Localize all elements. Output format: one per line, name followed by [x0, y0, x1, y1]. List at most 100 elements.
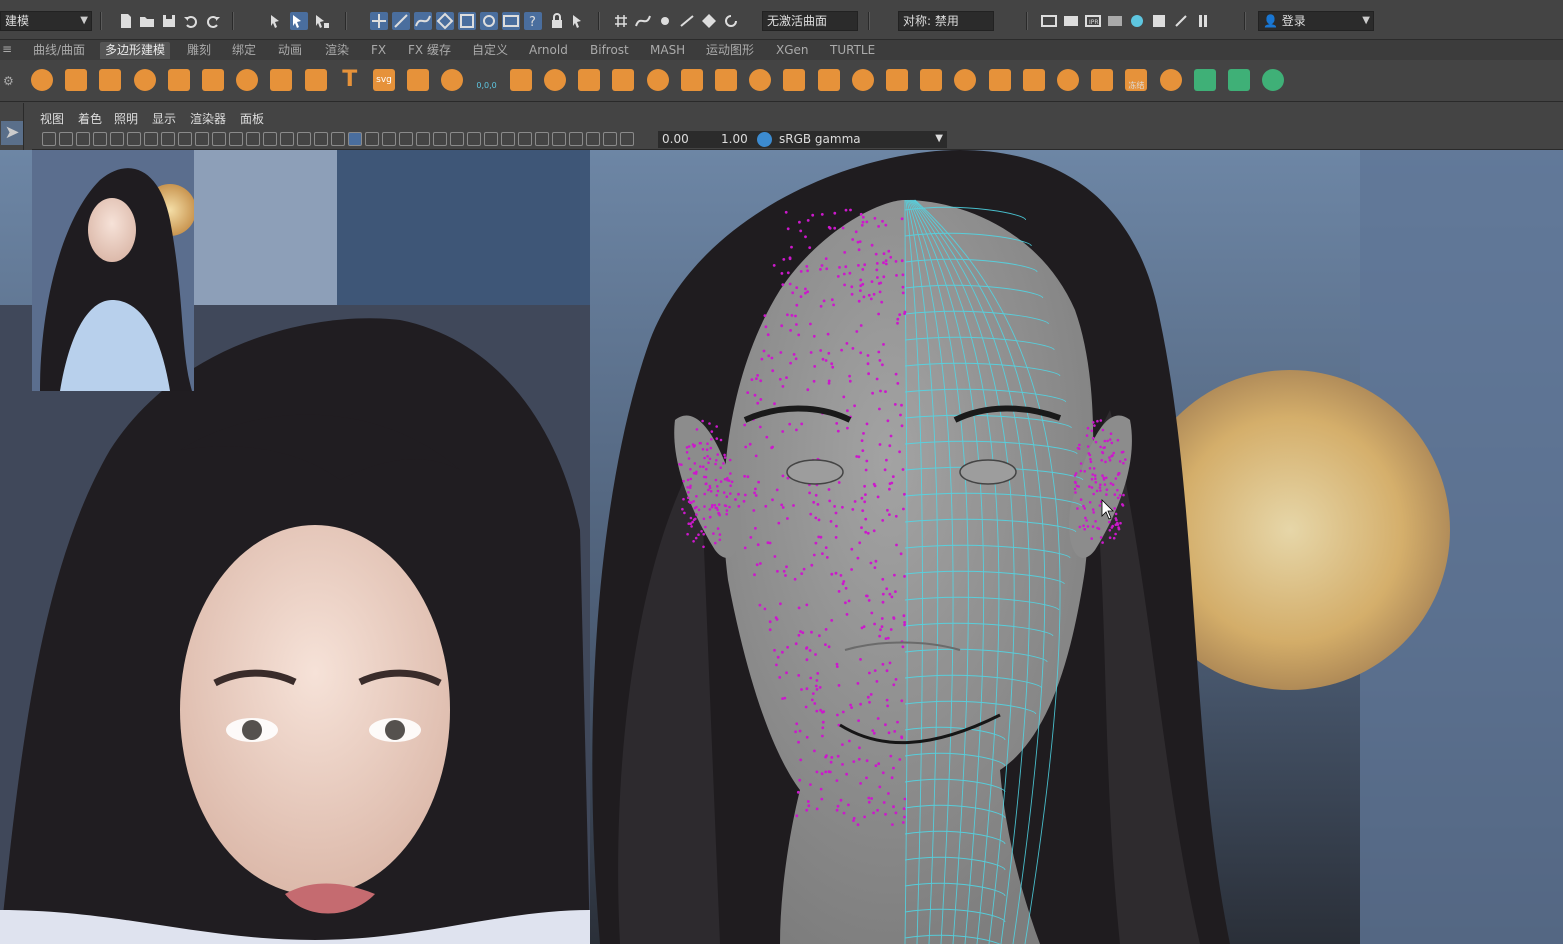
snap-view-plane-icon[interactable] — [678, 12, 696, 30]
panel-toolbar-icon-4[interactable] — [110, 132, 124, 146]
shelf-tab-4[interactable]: 动画 — [273, 42, 307, 59]
disc-icon[interactable] — [233, 65, 261, 95]
multi-cut-icon[interactable] — [883, 65, 911, 95]
freeze-icon[interactable]: 冻结变 — [1122, 65, 1150, 124]
cut-icon[interactable] — [815, 65, 843, 95]
shelf-tab-5[interactable]: 渲染 — [320, 42, 354, 59]
new-scene-icon[interactable] — [117, 12, 135, 30]
shelf-tab-1[interactable]: 多边形建模 — [100, 42, 171, 59]
render-settings-icon[interactable] — [1106, 12, 1124, 30]
select-component-icon[interactable] — [313, 12, 331, 30]
shelf-tab-3[interactable]: 绑定 — [227, 42, 261, 59]
extract-icon[interactable] — [575, 65, 603, 95]
redo-icon[interactable] — [204, 12, 222, 30]
type-icon[interactable]: T — [336, 65, 364, 95]
sweep-icon[interactable] — [302, 65, 330, 95]
panel-toolbar-icon-1[interactable] — [59, 132, 73, 146]
panel-toolbar-icon-8[interactable] — [178, 132, 192, 146]
svg-icon[interactable]: svg — [370, 65, 398, 95]
shelf-tab-0[interactable]: 曲线/曲面 — [28, 42, 90, 59]
ipr-render-icon[interactable]: IPR — [1084, 12, 1102, 30]
panel-toolbar-icon-13[interactable] — [263, 132, 277, 146]
select-by-deform-icon[interactable] — [458, 12, 476, 30]
bridge-icon[interactable] — [438, 65, 466, 95]
insert-loop-icon[interactable] — [849, 65, 877, 95]
shelf-tab-9[interactable]: Arnold — [524, 42, 573, 59]
shelf-tab-12[interactable]: 运动图形 — [701, 42, 759, 59]
select-by-render-icon[interactable] — [502, 12, 520, 30]
panel-toolbar-icon-29[interactable] — [535, 132, 549, 146]
snap-rotate-icon[interactable] — [722, 12, 740, 30]
shelf-tab-7[interactable]: FX 缓存 — [403, 42, 456, 59]
freeze-transform-icon[interactable] — [1225, 65, 1253, 95]
torus-icon[interactable] — [165, 65, 193, 95]
sew-icon[interactable] — [1088, 65, 1116, 95]
center-pivot-icon[interactable] — [1157, 65, 1185, 95]
select-by-misc-icon[interactable]: ? — [524, 12, 542, 30]
select-tool-icon[interactable]: ➤ — [1, 121, 23, 145]
panel-toolbar-icon-30[interactable] — [552, 132, 566, 146]
select-by-joint-icon[interactable] — [392, 12, 410, 30]
unfold-icon[interactable] — [1020, 65, 1048, 95]
panel-toolbar-icon-16[interactable] — [314, 132, 328, 146]
panel-toolbar-icon-14[interactable] — [280, 132, 294, 146]
panel-toolbar-icon-18[interactable] — [348, 132, 362, 146]
light-editor-icon[interactable] — [1172, 12, 1190, 30]
panel-toolbar-icon-12[interactable] — [246, 132, 260, 146]
select-highlight-icon[interactable] — [570, 12, 588, 30]
snap-grid-icon[interactable] — [612, 12, 630, 30]
panel-menu-item-0[interactable]: 视图 — [40, 110, 64, 127]
shelf-tab-14[interactable]: TURTLE — [825, 42, 880, 59]
history-icon[interactable] — [1191, 65, 1219, 95]
snap-live-icon[interactable] — [700, 12, 718, 30]
panel-toolbar-icon-33[interactable] — [603, 132, 617, 146]
panel-menu-item-3[interactable]: 显示 — [152, 110, 176, 127]
panel-toolbar-icon-15[interactable] — [297, 132, 311, 146]
plane-icon[interactable] — [199, 65, 227, 95]
panel-toolbar-icon-28[interactable] — [518, 132, 532, 146]
render-view-icon[interactable] — [1040, 12, 1058, 30]
select-by-handle-icon[interactable] — [370, 12, 388, 30]
panel-toolbar-icon-0[interactable] — [42, 132, 56, 146]
select-object-icon[interactable] — [290, 12, 308, 30]
separate-icon[interactable] — [541, 65, 569, 95]
snap-point-icon[interactable] — [656, 12, 674, 30]
panel-menu-item-4[interactable]: 渲染器 — [190, 110, 226, 127]
merge-icon[interactable] — [746, 65, 774, 95]
color-management-icon[interactable] — [757, 132, 772, 147]
login-dropdown[interactable]: 👤 登录 ▼ — [1258, 11, 1374, 31]
panel-toolbar-icon-22[interactable] — [416, 132, 430, 146]
render-setup-icon[interactable] — [1150, 12, 1168, 30]
shelf-tab-2[interactable]: 雕刻 — [182, 42, 216, 59]
panel-toolbar-icon-20[interactable] — [382, 132, 396, 146]
panel-toolbar-icon-24[interactable] — [450, 132, 464, 146]
color-space-dropdown[interactable]: sRGB gamma ▼ — [775, 131, 947, 148]
fill-hole-icon[interactable] — [780, 65, 808, 95]
panel-toolbar-icon-31[interactable] — [569, 132, 583, 146]
panel-toolbar-icon-34[interactable] — [620, 132, 634, 146]
pause-icon[interactable] — [1194, 12, 1212, 30]
shelf-menu-icon[interactable]: ≡ — [2, 42, 12, 56]
smooth-icon[interactable] — [609, 65, 637, 95]
bevel-icon[interactable] — [712, 65, 740, 95]
panel-toolbar-icon-5[interactable] — [127, 132, 141, 146]
shelf-tab-10[interactable]: Bifrost — [585, 42, 634, 59]
select-hierarchy-icon[interactable] — [268, 12, 286, 30]
combine-icon[interactable] — [507, 65, 535, 95]
panel-toolbar-icon-23[interactable] — [433, 132, 447, 146]
bevel-tool-icon[interactable] — [404, 65, 432, 95]
sphere-icon[interactable] — [28, 65, 56, 95]
soccer-icon[interactable]: 0,0,0 — [473, 65, 501, 95]
panel-toolbar-icon-6[interactable] — [144, 132, 158, 146]
panel-toolbar-icon-19[interactable] — [365, 132, 379, 146]
panel-toolbar-icon-17[interactable] — [331, 132, 345, 146]
select-by-curve-icon[interactable] — [414, 12, 432, 30]
panel-toolbar-icon-25[interactable] — [467, 132, 481, 146]
panel-menu-item-5[interactable]: 面板 — [240, 110, 264, 127]
select-by-surface-icon[interactable] — [436, 12, 454, 30]
panel-toolbar-icon-32[interactable] — [586, 132, 600, 146]
panel-toolbar-icon-9[interactable] — [195, 132, 209, 146]
crease-icon[interactable] — [951, 65, 979, 95]
menu-set-dropdown[interactable]: 建模 ▼ — [0, 11, 92, 31]
lock-icon[interactable] — [548, 12, 566, 30]
